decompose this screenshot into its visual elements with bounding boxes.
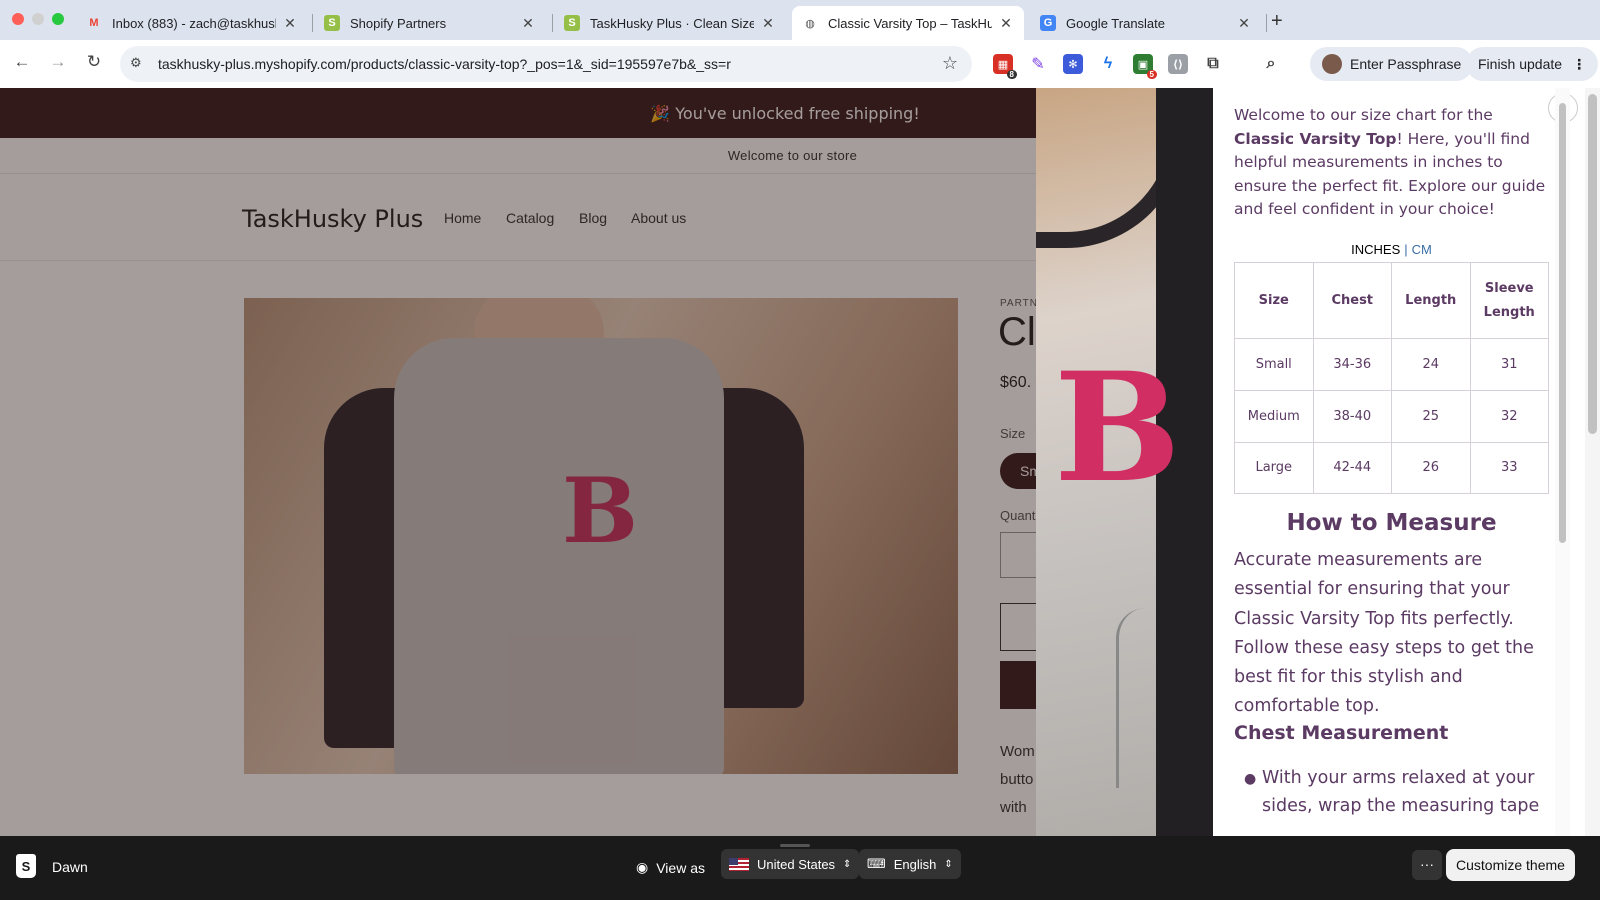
drag-handle[interactable] xyxy=(780,844,810,847)
browser-toolbar: ← → ↻ ⚙ taskhusky-plus.myshopify.com/pro… xyxy=(0,40,1600,88)
table-cell: 34-36 xyxy=(1312,338,1392,391)
table-row: Small 34-36 24 31 xyxy=(1234,338,1549,391)
browser-tab-classic-varsity-top[interactable]: ◍ Classic Varsity Top – TaskHus ✕ xyxy=(792,6,1024,40)
window-minimize-dot[interactable] xyxy=(32,13,44,25)
address-bar[interactable]: ⚙ taskhusky-plus.myshopify.com/products/… xyxy=(120,46,972,82)
table-cell: 24 xyxy=(1391,338,1471,391)
country-select[interactable]: United States ⇕ xyxy=(721,849,860,879)
close-icon[interactable]: ✕ xyxy=(998,15,1014,32)
window-close-dot[interactable] xyxy=(12,13,24,25)
size-chart-table: Size Chest Length Sleeve Length Small 34… xyxy=(1234,262,1549,494)
wallet-extension-icon[interactable]: ▣ 5 xyxy=(1133,54,1157,79)
table-cell: Small xyxy=(1234,338,1314,391)
jacket-pocket xyxy=(1116,608,1176,788)
language-select[interactable]: ⌨ English ⇕ xyxy=(859,849,961,879)
browser-tab-shopify-partners[interactable]: S Shopify Partners ✕ xyxy=(314,6,546,40)
drawer-scrollbar-thumb[interactable] xyxy=(1559,103,1566,543)
more-options-button[interactable]: ··· xyxy=(1412,850,1442,880)
shopify-icon: S xyxy=(564,15,580,31)
code-extension-icon[interactable]: ⟨⟩ xyxy=(1168,54,1188,74)
url-text[interactable]: taskhusky-plus.myshopify.com/products/cl… xyxy=(158,56,731,72)
extensions-puzzle-icon[interactable]: ⧉ xyxy=(1203,54,1223,74)
close-icon[interactable]: ✕ xyxy=(1236,15,1252,32)
browser-tab-clean-size-chart[interactable]: S TaskHusky Plus · Clean Size C ✕ xyxy=(554,6,786,40)
page-scrollbar-thumb[interactable] xyxy=(1588,94,1597,434)
modal-overlay[interactable] xyxy=(0,88,1036,836)
translate-icon: G xyxy=(1040,15,1056,31)
table-cell: 42-44 xyxy=(1312,441,1392,494)
size-chart-intro: Welcome to our size chart for the Classi… xyxy=(1234,106,1546,218)
gear-extension-icon[interactable]: ✻ xyxy=(1063,54,1083,74)
close-icon[interactable]: ✕ xyxy=(760,15,776,32)
table-cell: 33 xyxy=(1469,441,1549,494)
link-extension-icon[interactable]: ϟ xyxy=(1098,54,1118,74)
browser-tabstrip: M Inbox (883) - zach@taskhusk ✕ S Shopif… xyxy=(0,0,1600,40)
chevron-up-down-icon: ⇕ xyxy=(944,858,953,870)
chevron-up-down-icon: ⇕ xyxy=(843,858,852,870)
table-row: Medium 38-40 25 32 xyxy=(1234,390,1549,443)
unit-toggle: INCHES | CM xyxy=(1234,242,1549,257)
jacket-letter-patch: B xyxy=(1054,340,1181,516)
back-icon[interactable]: ← xyxy=(10,52,34,72)
view-as-label: ◉ View as xyxy=(636,859,705,876)
bookmark-star-icon[interactable]: ☆ xyxy=(942,53,958,74)
column-header: Size xyxy=(1234,262,1314,339)
chest-measurement-heading: Chest Measurement xyxy=(1234,722,1449,744)
table-header-row: Size Chest Length Sleeve Length xyxy=(1234,262,1549,339)
table-cell: 32 xyxy=(1469,390,1549,443)
table-cell: 26 xyxy=(1391,441,1471,494)
us-flag-icon xyxy=(729,857,749,871)
table-cell: 31 xyxy=(1469,338,1549,391)
chest-bullet-text: With your arms relaxed at your sides, wr… xyxy=(1262,768,1540,816)
store-page: 🎉 You've unlocked free shipping! Welcome… xyxy=(0,88,1600,836)
theme-preview-bar: S Dawn ◉ View as United States ⇕ ⌨ Engli… xyxy=(0,836,1600,900)
customize-theme-button[interactable]: Customize theme xyxy=(1446,849,1575,881)
new-tab-icon[interactable]: + xyxy=(1271,10,1283,33)
size-chart-content: Welcome to our size chart for the Classi… xyxy=(1234,88,1549,836)
theme-name: Dawn xyxy=(52,859,88,875)
pen-extension-icon[interactable]: ✎ xyxy=(1028,54,1048,74)
table-cell: 25 xyxy=(1391,390,1471,443)
product-name: Classic Varsity Top xyxy=(1234,129,1397,148)
finish-update-button[interactable]: Finish update ⋮ xyxy=(1466,47,1599,81)
avatar xyxy=(1322,54,1342,74)
tab-search-icon[interactable]: ⌕ xyxy=(1261,54,1281,74)
site-settings-icon[interactable]: ⚙ xyxy=(130,55,142,71)
gmail-icon: M xyxy=(89,17,99,29)
tab-separator xyxy=(312,14,313,32)
window-zoom-dot[interactable] xyxy=(52,13,64,25)
shopify-icon: S xyxy=(324,15,340,31)
tab-separator xyxy=(552,14,553,32)
how-to-measure-text: Accurate measurements are essential for … xyxy=(1234,550,1534,717)
close-icon[interactable]: ✕ xyxy=(520,15,536,32)
browser-tab-google-translate[interactable]: G Google Translate ✕ xyxy=(1030,6,1262,40)
browser-tab-gmail[interactable]: M Inbox (883) - zach@taskhusk ✕ xyxy=(76,6,308,40)
bullet-icon: ● xyxy=(1244,771,1257,787)
table-row: Large 42-44 26 33 xyxy=(1234,441,1549,494)
unit-inches-option[interactable]: INCHES xyxy=(1351,242,1400,257)
globe-icon: ◍ xyxy=(805,17,815,30)
table-cell: 38-40 xyxy=(1312,390,1392,443)
calendar-extension-icon[interactable]: ▦ 8 xyxy=(993,54,1017,79)
size-chart-drawer: B Welcome to our size chart for the Clas… xyxy=(1036,88,1600,836)
unit-separator: | xyxy=(1404,242,1408,257)
close-icon[interactable]: ✕ xyxy=(282,15,298,32)
tab-separator xyxy=(1266,14,1267,32)
shopify-bag-icon: S xyxy=(16,854,36,878)
enter-passphrase-button[interactable]: Enter Passphrase xyxy=(1310,47,1474,81)
how-to-measure-heading: How to Measure xyxy=(1286,510,1497,536)
table-cell: Medium xyxy=(1234,390,1314,443)
column-header: Length xyxy=(1391,262,1471,339)
more-vert-icon: ⋮ xyxy=(1572,55,1587,72)
reload-icon[interactable]: ↻ xyxy=(82,52,106,72)
language-icon: ⌨ xyxy=(867,856,886,871)
column-header: Chest xyxy=(1312,262,1392,339)
size-chart-product-image: B xyxy=(1036,88,1213,836)
forward-icon[interactable]: → xyxy=(46,52,70,72)
eye-icon: ◉ xyxy=(636,859,649,875)
table-cell: Large xyxy=(1234,441,1314,494)
unit-cm-option[interactable]: CM xyxy=(1412,242,1432,257)
column-header: Sleeve Length xyxy=(1469,262,1549,339)
